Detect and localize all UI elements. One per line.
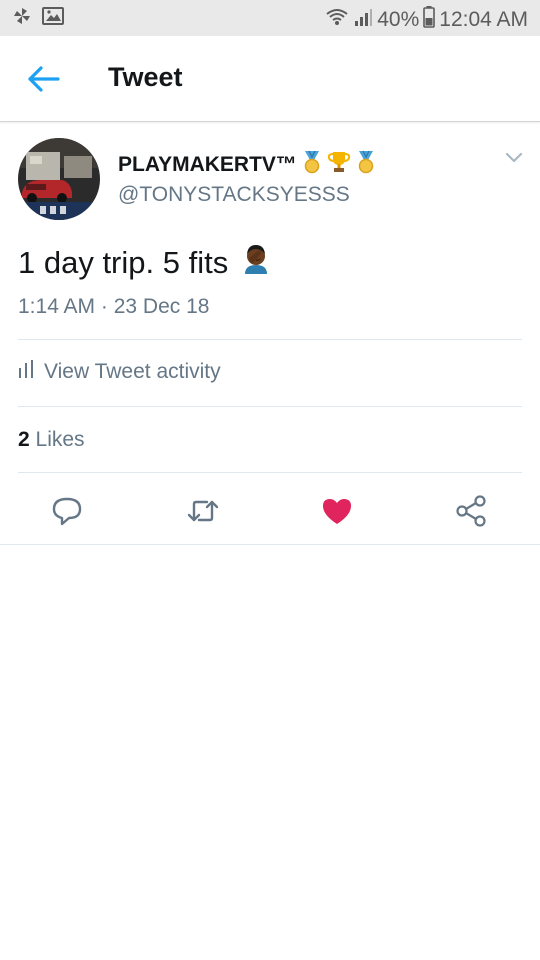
likes-count: 2	[18, 428, 30, 451]
page-title: Tweet	[108, 62, 183, 92]
share-button[interactable]	[453, 493, 489, 529]
tweet-detail: PLAYMAKERTV™ @TONYSTACKSYESSS 1 day trip…	[0, 123, 540, 545]
reply-icon	[49, 497, 85, 533]
medal-icon	[301, 150, 323, 179]
tweet-actions-bar	[0, 487, 540, 535]
retweet-icon	[185, 500, 221, 533]
wifi-icon	[325, 7, 349, 33]
divider	[18, 472, 522, 473]
display-name: PLAYMAKERTV™	[118, 152, 297, 176]
avatar[interactable]	[18, 138, 100, 220]
author-name-row[interactable]: PLAYMAKERTV™	[118, 150, 377, 179]
chevron-down-icon	[504, 152, 524, 169]
author-handle[interactable]: @TONYSTACKSYESSS	[118, 183, 350, 207]
pinwheel-icon	[12, 6, 32, 31]
back-button[interactable]	[26, 63, 62, 95]
view-activity-button[interactable]: View Tweet activity	[18, 359, 221, 385]
divider	[18, 339, 522, 340]
likes-label: Likes	[35, 428, 85, 451]
status-bar: 40% 12:04 AM	[0, 0, 540, 36]
heart-icon	[319, 499, 355, 533]
back-arrow-icon	[26, 66, 62, 99]
app-bar: Tweet	[0, 36, 540, 122]
medal-icon	[355, 150, 377, 179]
bar-chart-icon	[18, 359, 34, 385]
like-button[interactable]	[319, 493, 355, 529]
likes-count-link[interactable]: 2 Likes	[18, 428, 85, 452]
clock: 12:04 AM	[439, 8, 528, 31]
battery-icon	[423, 6, 436, 34]
trophy-icon	[327, 150, 351, 179]
divider	[18, 406, 522, 407]
retweet-button[interactable]	[185, 493, 221, 529]
battery-percent: 40%	[377, 8, 420, 31]
more-options-button[interactable]	[504, 151, 524, 165]
tweet-timestamp: 1:14 AM · 23 Dec 18	[18, 295, 210, 318]
share-icon	[453, 495, 489, 533]
tweet-text-row: 1 day trip. 5 fits	[18, 243, 272, 283]
activity-label: View Tweet activity	[44, 360, 221, 383]
tweet-text: 1 day trip. 5 fits	[18, 245, 229, 280]
reply-button[interactable]	[49, 493, 85, 529]
signal-icon	[353, 7, 373, 33]
gallery-icon	[42, 6, 64, 31]
facepalm-emoji-icon	[240, 243, 272, 283]
